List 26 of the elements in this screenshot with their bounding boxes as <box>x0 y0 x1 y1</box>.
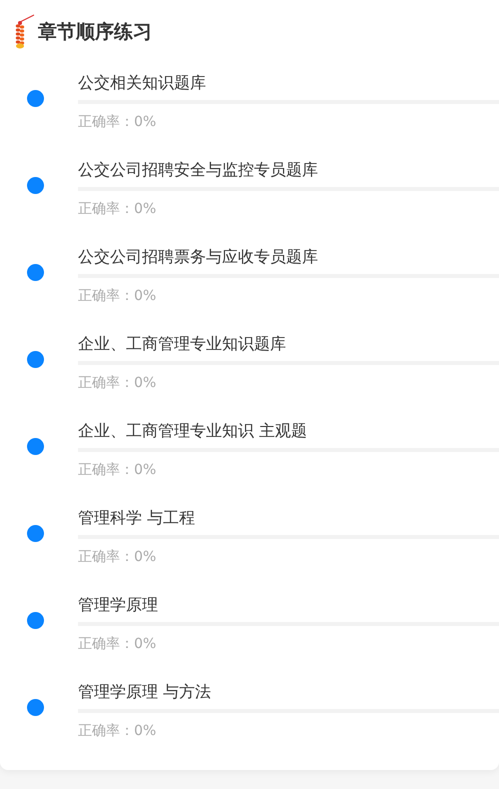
chapter-title[interactable]: 公交公司招聘安全与监控专员题库 <box>78 159 318 181</box>
accuracy-text: 正确率：0% <box>78 635 156 654</box>
chapter-title[interactable]: 管理学原理 与方法 <box>78 681 212 703</box>
chapter-title[interactable]: 管理学原理 <box>78 594 158 616</box>
accuracy-text: 正确率：0% <box>78 722 156 741</box>
accuracy-text: 正确率：0% <box>78 374 156 393</box>
bullet-icon <box>26 90 44 107</box>
accuracy-text: 正确率：0% <box>78 200 156 219</box>
bullet-icon <box>26 525 44 542</box>
chapter-title[interactable]: 企业、工商管理专业知识题库 <box>78 333 286 355</box>
chapter-title[interactable]: 公交相关知识题库 <box>78 72 206 94</box>
bullet-icon <box>26 351 44 368</box>
accuracy-text: 正确率：0% <box>78 287 156 306</box>
bullet-icon <box>26 612 44 629</box>
accuracy-text: 正确率：0% <box>78 548 156 567</box>
firecracker-icon <box>14 14 36 50</box>
bullet-icon <box>26 699 44 716</box>
accuracy-text: 正确率：0% <box>78 461 156 480</box>
accuracy-text: 正确率：0% <box>78 113 156 132</box>
bullet-icon <box>26 438 44 455</box>
chapter-title[interactable]: 公交公司招聘票务与应收专员题库 <box>78 246 318 268</box>
section-title: 章节顺序练习 <box>38 20 152 45</box>
bullet-icon <box>26 264 44 281</box>
chapter-title[interactable]: 企业、工商管理专业知识 主观题 <box>78 420 308 442</box>
bullet-icon <box>26 177 44 194</box>
chapter-title[interactable]: 管理科学 与工程 <box>78 507 196 529</box>
